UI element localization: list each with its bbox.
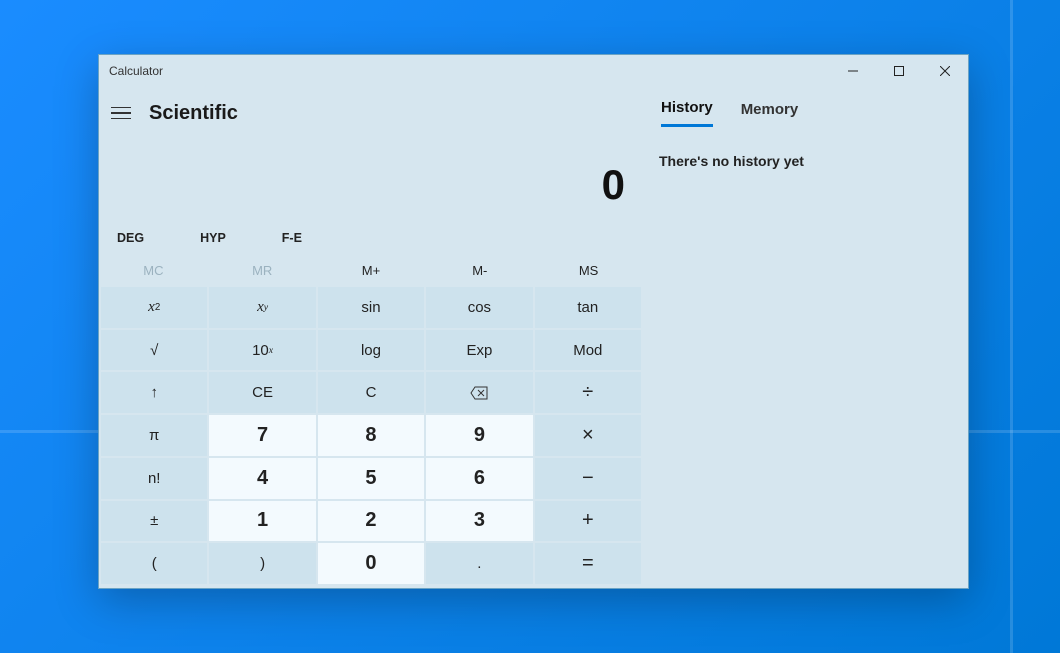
calculator-panel: Scientific 0 DEG HYP F-E MC MR M+ M- MS … (99, 87, 643, 588)
clear-entry-button[interactable]: CE (209, 372, 315, 413)
mode-title: Scientific (149, 102, 238, 125)
cos-button[interactable]: cos (426, 287, 532, 328)
digit-1-button[interactable]: 1 (209, 501, 315, 542)
add-button[interactable]: + (535, 501, 641, 542)
left-paren-button[interactable]: ( (101, 543, 207, 584)
digit-3-button[interactable]: 3 (426, 501, 532, 542)
result-display: 0 (99, 139, 643, 223)
tan-button[interactable]: tan (535, 287, 641, 328)
backspace-icon (470, 386, 488, 400)
exp-button[interactable]: Exp (426, 330, 532, 371)
sqrt-button[interactable]: √ (101, 330, 207, 371)
minimize-button[interactable] (830, 55, 876, 87)
plus-minus-button[interactable]: ± (101, 501, 207, 542)
ten-power-x-button[interactable]: 10x (209, 330, 315, 371)
digit-6-button[interactable]: 6 (426, 458, 532, 499)
digit-5-button[interactable]: 5 (318, 458, 424, 499)
multiply-button[interactable]: × (535, 415, 641, 456)
backspace-button[interactable] (426, 372, 532, 413)
digit-4-button[interactable]: 4 (209, 458, 315, 499)
memory-recall-button[interactable]: MR (208, 263, 317, 278)
digit-9-button[interactable]: 9 (426, 415, 532, 456)
calculator-window: Calculator Scientific 0 DEG (98, 54, 969, 589)
divide-button[interactable]: ÷ (535, 372, 641, 413)
log-button[interactable]: log (318, 330, 424, 371)
equals-button[interactable]: = (535, 543, 641, 584)
fe-toggle[interactable]: F-E (282, 231, 302, 245)
hamburger-icon (111, 107, 131, 109)
subtract-button[interactable]: − (535, 458, 641, 499)
tab-memory[interactable]: Memory (741, 101, 799, 126)
tab-history[interactable]: History (661, 99, 713, 127)
titlebar: Calculator (99, 55, 968, 87)
sin-button[interactable]: sin (318, 287, 424, 328)
digit-2-button[interactable]: 2 (318, 501, 424, 542)
mod-button[interactable]: Mod (535, 330, 641, 371)
history-empty-text: There's no history yet (657, 139, 958, 169)
minimize-icon (848, 66, 858, 76)
digit-7-button[interactable]: 7 (209, 415, 315, 456)
pi-button[interactable]: π (101, 415, 207, 456)
factorial-button[interactable]: n! (101, 458, 207, 499)
right-paren-button[interactable]: ) (209, 543, 315, 584)
close-button[interactable] (922, 55, 968, 87)
side-panel: History Memory There's no history yet (643, 87, 968, 588)
memory-minus-button[interactable]: M- (425, 263, 534, 278)
maximize-button[interactable] (876, 55, 922, 87)
digit-8-button[interactable]: 8 (318, 415, 424, 456)
decimal-button[interactable]: . (426, 543, 532, 584)
clear-button[interactable]: C (318, 372, 424, 413)
x-power-y-button[interactable]: xy (209, 287, 315, 328)
hyp-toggle[interactable]: HYP (200, 231, 226, 245)
window-title: Calculator (109, 64, 163, 78)
deg-toggle[interactable]: DEG (117, 231, 144, 245)
x-squared-button[interactable]: x2 (101, 287, 207, 328)
maximize-icon (894, 66, 904, 76)
digit-0-button[interactable]: 0 (318, 543, 424, 584)
memory-clear-button[interactable]: MC (99, 263, 208, 278)
close-icon (940, 66, 950, 76)
memory-store-button[interactable]: MS (534, 263, 643, 278)
menu-button[interactable] (111, 107, 131, 120)
shift-button[interactable]: ↑ (101, 372, 207, 413)
memory-plus-button[interactable]: M+ (317, 263, 426, 278)
